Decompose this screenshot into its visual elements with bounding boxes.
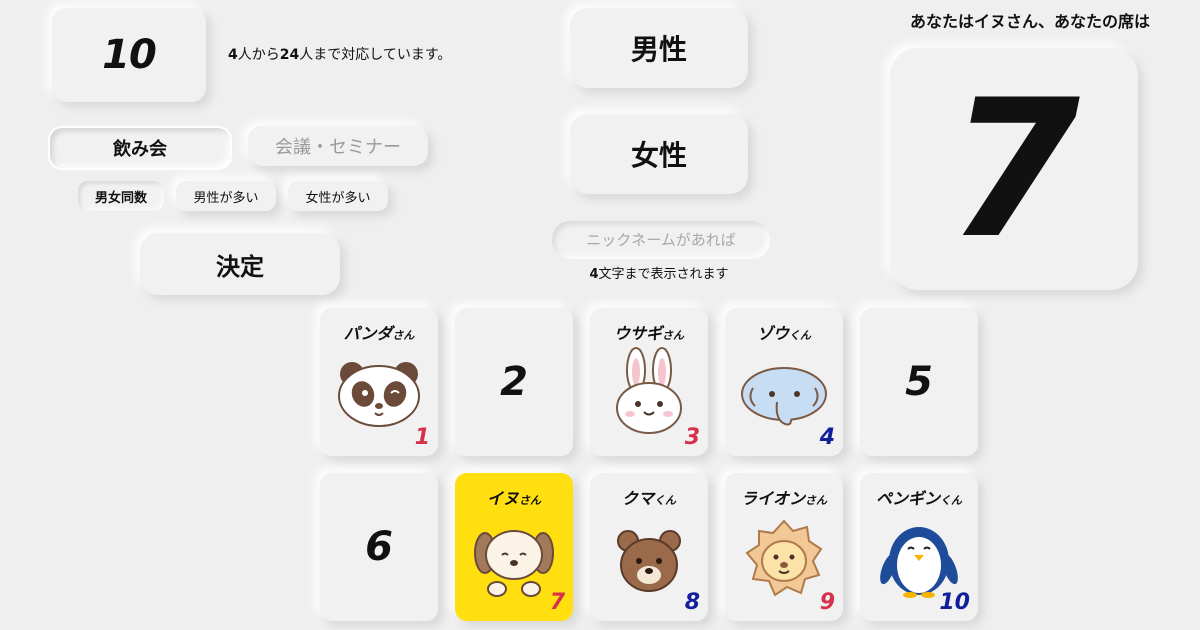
seat-card[interactable]: ゾウくん 4 (725, 308, 843, 456)
seat-name-suffix: くん (940, 494, 962, 507)
seat-number: 9 (819, 590, 835, 615)
ratio-label: 男女同数 (94, 190, 147, 206)
decide-label: 決定 (216, 252, 264, 281)
range-min: 4 (228, 47, 238, 63)
seat-animal-name: クマくん (590, 485, 708, 509)
seat-name-suffix: くん (654, 494, 676, 507)
assigned-seat-number: 7 (947, 58, 1081, 280)
male-label: 男性 (630, 33, 687, 66)
seat-animal-name: パンダさん (320, 320, 438, 344)
seat-name-suffix: さん (805, 494, 827, 507)
range-max: 24 (279, 47, 300, 63)
nickname-hint-text: 文字まで表示されます (598, 267, 729, 282)
seat-card[interactable]: クマくん 8 (590, 473, 708, 621)
ratio-button-more-male[interactable]: 男性が多い (176, 181, 276, 211)
seat-name-suffix: さん (392, 329, 415, 342)
seat-animal-name: ライオンさん (725, 485, 843, 509)
seat-card[interactable]: パンダさん 1 (320, 308, 438, 456)
lion-icon (745, 519, 823, 597)
rabbit-icon (616, 347, 682, 434)
seat-name-text: ゾウ (756, 324, 789, 343)
ratio-label: 男性が多い (193, 190, 259, 206)
dog-icon (474, 530, 554, 597)
range-mid: 人から (237, 47, 280, 63)
penguin-icon (880, 527, 958, 598)
female-label: 女性 (630, 139, 687, 172)
seat-card[interactable]: ライオンさん 9 (725, 473, 843, 621)
female-button[interactable]: 女性 (570, 114, 748, 194)
seat-card[interactable]: 5 (860, 308, 978, 456)
assigned-seat-display: 7 (890, 48, 1138, 290)
mode-label: 会議・セミナー (275, 137, 401, 158)
male-button[interactable]: 男性 (570, 8, 748, 88)
mode-button-drinking-party[interactable]: 飲み会 (48, 126, 232, 170)
seat-name-text: ペンギン (875, 489, 940, 508)
seat-number: 4 (819, 425, 835, 450)
seat-name-text: クマ (621, 489, 654, 508)
seat-animal-name: イヌさん (455, 485, 573, 509)
seat-number: 1 (414, 425, 430, 450)
range-tail: 人まで対応しています。 (299, 47, 452, 63)
seat-number: 10 (939, 590, 970, 615)
panda-icon (338, 362, 420, 427)
seat-name-text: パンダ (343, 324, 393, 343)
seat-number: 3 (684, 425, 700, 450)
mode-label: 飲み会 (113, 139, 167, 160)
seat-number: 5 (905, 359, 933, 405)
range-note: 4人から24人まで対応しています。 (228, 44, 451, 64)
seat-animal-name: ゾウくん (725, 320, 843, 344)
seat-number: 7 (549, 590, 565, 615)
seat-name-text: ウサギ (613, 324, 662, 343)
ratio-label: 女性が多い (305, 190, 371, 206)
seat-card[interactable]: ウサギさん 3 (590, 308, 708, 456)
seat-name-text: イヌ (486, 489, 519, 508)
ratio-button-more-female[interactable]: 女性が多い (288, 181, 388, 211)
seat-name-suffix: さん (662, 329, 684, 342)
seat-name-suffix: くん (789, 329, 811, 342)
nickname-hint: 4文字まで表示されます (552, 263, 766, 282)
result-message: あなたはイヌさん、あなたの席は (909, 12, 1150, 31)
participant-count-display[interactable]: 10 (52, 8, 206, 102)
ratio-button-equal[interactable]: 男女同数 (78, 181, 164, 211)
seat-number: 6 (365, 524, 393, 570)
nickname-input[interactable] (552, 221, 770, 259)
seat-animal-name: ウサギさん (590, 320, 708, 344)
seat-number: 8 (684, 590, 700, 615)
seat-card[interactable]: 6 (320, 473, 438, 621)
seat-name-suffix: さん (519, 494, 541, 507)
seat-card[interactable]: ペンギンくん 10 (860, 473, 978, 621)
nickname-hint-num: 4 (589, 267, 599, 282)
seat-number: 2 (500, 359, 528, 405)
seat-card-selected[interactable]: イヌさん 7 (455, 473, 573, 621)
bear-icon (617, 530, 681, 592)
seat-name-text: ライオン (740, 489, 805, 508)
participant-count: 10 (102, 32, 157, 78)
seat-card[interactable]: 2 (455, 308, 573, 456)
elephant-icon (741, 367, 827, 426)
decide-button[interactable]: 決定 (140, 233, 340, 295)
seat-animal-name: ペンギンくん (860, 485, 978, 509)
mode-button-seminar[interactable]: 会議・セミナー (248, 126, 428, 166)
